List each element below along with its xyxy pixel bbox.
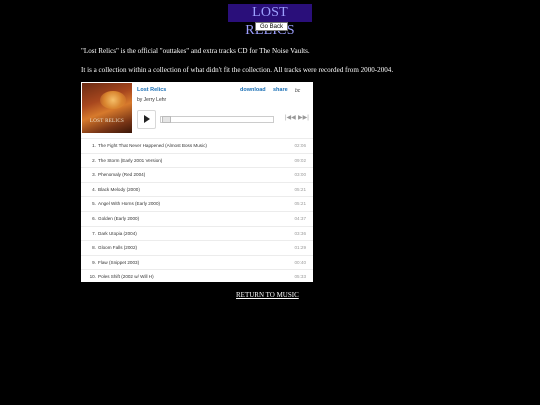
track-row[interactable]: 4. Black Melody (2000) 05:21 — [81, 181, 313, 197]
progress-thumb[interactable] — [162, 116, 171, 123]
track-number: 10. — [89, 274, 96, 280]
track-title[interactable]: Phenomaly (Red 2004) — [98, 168, 145, 182]
play-button[interactable] — [137, 110, 156, 129]
track-title[interactable]: The Fight That Never Happened (Almost Bo… — [98, 139, 207, 153]
track-title[interactable]: Gloom Falls (2002) — [98, 241, 137, 255]
download-link[interactable]: download — [240, 87, 266, 93]
track-duration: 01:29 — [294, 245, 307, 251]
track-row[interactable]: 6. Golden (Early 2000) 04:37 — [81, 210, 313, 226]
track-row[interactable]: 2. The Storm (Early 2001 Version) 09:02 — [81, 152, 313, 168]
track-row[interactable]: 1. The Fight That Never Happened (Almost … — [81, 138, 313, 153]
track-duration: 09:02 — [294, 157, 307, 163]
share-link[interactable]: share — [273, 87, 288, 93]
track-duration: 00:40 — [294, 259, 307, 265]
track-title[interactable]: The Storm (Early 2001 Version) — [98, 154, 162, 168]
previous-track-icon[interactable]: |◀◀ — [285, 114, 296, 121]
track-duration: 05:33 — [294, 274, 307, 280]
progress-slider[interactable] — [160, 116, 274, 123]
intro-paragraph-2: It is a collection within a collection o… — [81, 66, 394, 74]
cover-glow — [100, 91, 126, 109]
track-duration: 04:37 — [294, 215, 307, 221]
next-track-icon[interactable]: ▶▶| — [298, 114, 309, 121]
track-duration: 03:36 — [294, 230, 307, 236]
track-duration: 05:21 — [294, 201, 307, 207]
track-row[interactable]: 3. Phenomaly (Red 2004) 03:00 — [81, 167, 313, 182]
track-row[interactable]: 8. Gloom Falls (2002) 01:29 — [81, 240, 313, 255]
track-number: 4. — [92, 186, 96, 192]
track-row[interactable]: 9. Flaw (Snippet 2003) 00:40 — [81, 254, 313, 270]
bandcamp-logo[interactable]: bc — [295, 88, 300, 94]
track-number: 2. — [92, 157, 96, 163]
return-to-music-link[interactable]: RETURN TO MUSIC — [236, 291, 299, 299]
track-duration: 03:00 — [294, 172, 307, 178]
track-row[interactable]: 10. Poles Shift (2002 w/ Will H) 05:33 — [81, 269, 313, 284]
tracklist: 1. The Fight That Never Happened (Almost … — [81, 138, 313, 284]
track-number: 6. — [92, 215, 96, 221]
track-number: 9. — [92, 259, 96, 265]
track-row[interactable]: 5. Angel With Horns (Early 2000) 05:21 — [81, 196, 313, 211]
track-title[interactable]: Black Melody (2000) — [98, 183, 140, 197]
track-title[interactable]: Dark Utopia (2004) — [98, 227, 137, 241]
track-number: 5. — [92, 201, 96, 207]
track-number: 8. — [92, 245, 96, 251]
track-row[interactable]: 7. Dark Utopia (2004) 03:36 — [81, 225, 313, 241]
go-back-button[interactable]: Go Back — [255, 22, 289, 31]
track-number: 3. — [92, 172, 96, 178]
track-number: 7. — [92, 230, 96, 236]
track-duration: 05:21 — [294, 186, 307, 192]
cover-title: LOST RELICS — [89, 119, 125, 124]
bandcamp-player: LOST RELICS Lost Relics by Jerry Lehr do… — [81, 82, 313, 282]
album-title-link[interactable]: Lost Relics — [137, 87, 166, 93]
track-number: 1. — [92, 143, 96, 148]
track-title[interactable]: Poles Shift (2002 w/ Will H) — [98, 270, 154, 284]
page-title: LOST RELICS — [228, 4, 312, 38]
album-cover[interactable]: LOST RELICS — [82, 83, 132, 133]
track-title[interactable]: Golden (Early 2000) — [98, 212, 139, 226]
intro-paragraph-1: "Lost Relics" is the official "outtakes"… — [81, 47, 310, 55]
artist-name[interactable]: by Jerry Lehr — [137, 97, 166, 103]
track-title[interactable]: Angel With Horns (Early 2000) — [98, 197, 160, 211]
track-duration: 02:06 — [294, 143, 307, 148]
track-title[interactable]: Flaw (Snippet 2003) — [98, 256, 139, 270]
